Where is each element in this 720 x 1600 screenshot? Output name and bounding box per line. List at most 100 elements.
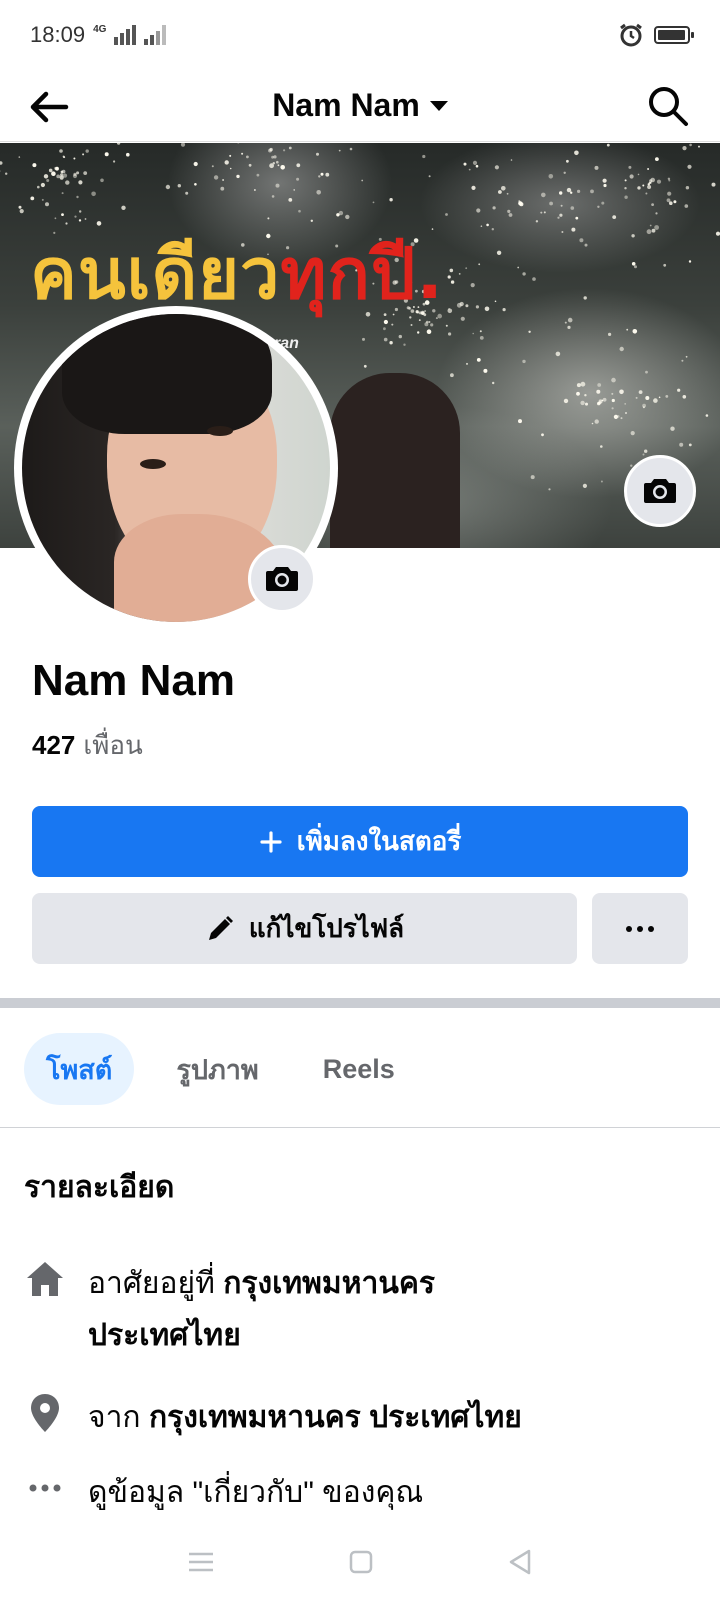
sparkle: [637, 173, 640, 176]
sparkle: [656, 179, 662, 184]
sparkle: [363, 364, 367, 368]
sparkle: [679, 442, 684, 447]
top-app-bar: Nam Nam: [0, 70, 720, 142]
profile-switcher[interactable]: Nam Nam: [272, 87, 448, 124]
sparkle: [645, 370, 648, 374]
detail-from: จาก กรุงเทพมหานคร ประเทศไทย: [24, 1392, 694, 1444]
sparkle: [580, 400, 585, 406]
sparkle: [522, 272, 526, 276]
sparkle: [479, 336, 484, 340]
sparkle: [256, 173, 260, 177]
lives-in-prefix: อาศัยอยู่ที่: [88, 1267, 215, 1300]
section-divider: [0, 998, 720, 1008]
sparkle: [611, 392, 614, 395]
sparkle: [682, 395, 687, 399]
sparkle: [557, 216, 560, 219]
sparkle: [642, 406, 645, 409]
sparkle: [583, 296, 587, 300]
tab-photos[interactable]: รูปภาพ: [154, 1033, 280, 1105]
tabs-divider: [0, 1127, 720, 1128]
sparkle: [667, 191, 672, 196]
sparkle: [655, 157, 659, 161]
search-icon[interactable]: [644, 82, 692, 130]
edit-cover-camera-button[interactable]: [624, 455, 696, 527]
avatar-hair: [62, 314, 272, 434]
sparkle: [543, 211, 546, 214]
sparkle: [651, 228, 656, 233]
sparkle: [642, 453, 645, 456]
sparkle: [612, 215, 617, 219]
battery-level: [658, 30, 685, 40]
sparkle: [18, 156, 21, 158]
sparkle: [471, 185, 476, 190]
sparkle: [389, 198, 393, 202]
sparkle: [316, 190, 322, 195]
sparkle: [445, 213, 448, 216]
sparkle: [476, 208, 481, 213]
back-arrow-icon[interactable]: [26, 84, 72, 130]
home-nav-icon[interactable]: [348, 1549, 374, 1575]
sparkle: [567, 325, 571, 329]
home-icon: [24, 1258, 66, 1300]
sparkle: [211, 165, 214, 168]
sparkle: [530, 475, 535, 480]
sparkle: [62, 173, 68, 178]
sparkle: [570, 206, 575, 210]
friends-count: 427: [32, 730, 76, 760]
sparkle: [325, 172, 330, 177]
sparkle: [644, 449, 648, 453]
sparkle: [491, 228, 494, 231]
sparkle: [602, 397, 607, 402]
sparkle: [476, 358, 481, 362]
sparkle: [85, 149, 89, 153]
sparkle: [608, 332, 612, 336]
sparkle: [611, 398, 615, 403]
sparkle: [475, 164, 479, 168]
sparkle: [665, 395, 669, 398]
sparkle: [288, 146, 292, 150]
sparkle: [528, 330, 531, 333]
tab-posts[interactable]: โพสต์: [24, 1033, 135, 1105]
sparkle: [559, 191, 563, 195]
sparkle: [606, 143, 610, 147]
sparkle: [619, 346, 624, 352]
edit-profile-picture-camera-button[interactable]: [248, 545, 316, 613]
sparkle: [705, 414, 709, 417]
sparkle: [631, 262, 636, 266]
signal-secondary-icon: [144, 25, 167, 45]
sparkle: [398, 334, 402, 339]
detail-see-about[interactable]: ดูข้อมูล "เกี่ยวกับ" ของคุณ: [24, 1467, 694, 1519]
sparkle: [41, 198, 44, 201]
add-to-story-button[interactable]: เพิ่มลงในสตอรี่: [32, 806, 688, 877]
location-pin-icon: [24, 1392, 66, 1434]
sparkle: [316, 152, 319, 156]
sparkle: [669, 201, 673, 205]
sparkle: [598, 399, 603, 404]
sparkle: [626, 328, 629, 331]
sparkle: [349, 147, 353, 151]
friends-count-link[interactable]: 427 เพื่อน: [32, 725, 143, 766]
edit-profile-button[interactable]: แก้ไขโปรไฟล์: [32, 893, 577, 964]
back-nav-icon[interactable]: [507, 1548, 533, 1576]
lives-in-text: อาศัยอยู่ที่ กรุงเทพมหานคร ประเทศไทย: [88, 1258, 435, 1362]
sparkle: [472, 160, 478, 165]
menu-nav-icon[interactable]: [187, 1550, 215, 1574]
sparkle: [698, 145, 700, 148]
sparkle: [465, 267, 468, 270]
sparkle: [46, 179, 50, 182]
sparkle: [116, 143, 121, 145]
sparkle: [602, 178, 607, 183]
sparkle: [276, 160, 279, 164]
status-bar: 18:09 4G: [0, 0, 720, 70]
sparkle: [492, 206, 496, 210]
sparkle: [271, 155, 274, 159]
sparkle: [483, 368, 488, 373]
signal-icon: [114, 25, 137, 45]
tab-reels[interactable]: Reels: [301, 1033, 417, 1105]
more-options-button[interactable]: [592, 893, 688, 964]
alarm-icon: [620, 23, 642, 47]
sparkle: [570, 191, 573, 194]
sparkle: [389, 341, 393, 345]
sparkle: [535, 220, 539, 223]
sparkle: [563, 398, 569, 404]
